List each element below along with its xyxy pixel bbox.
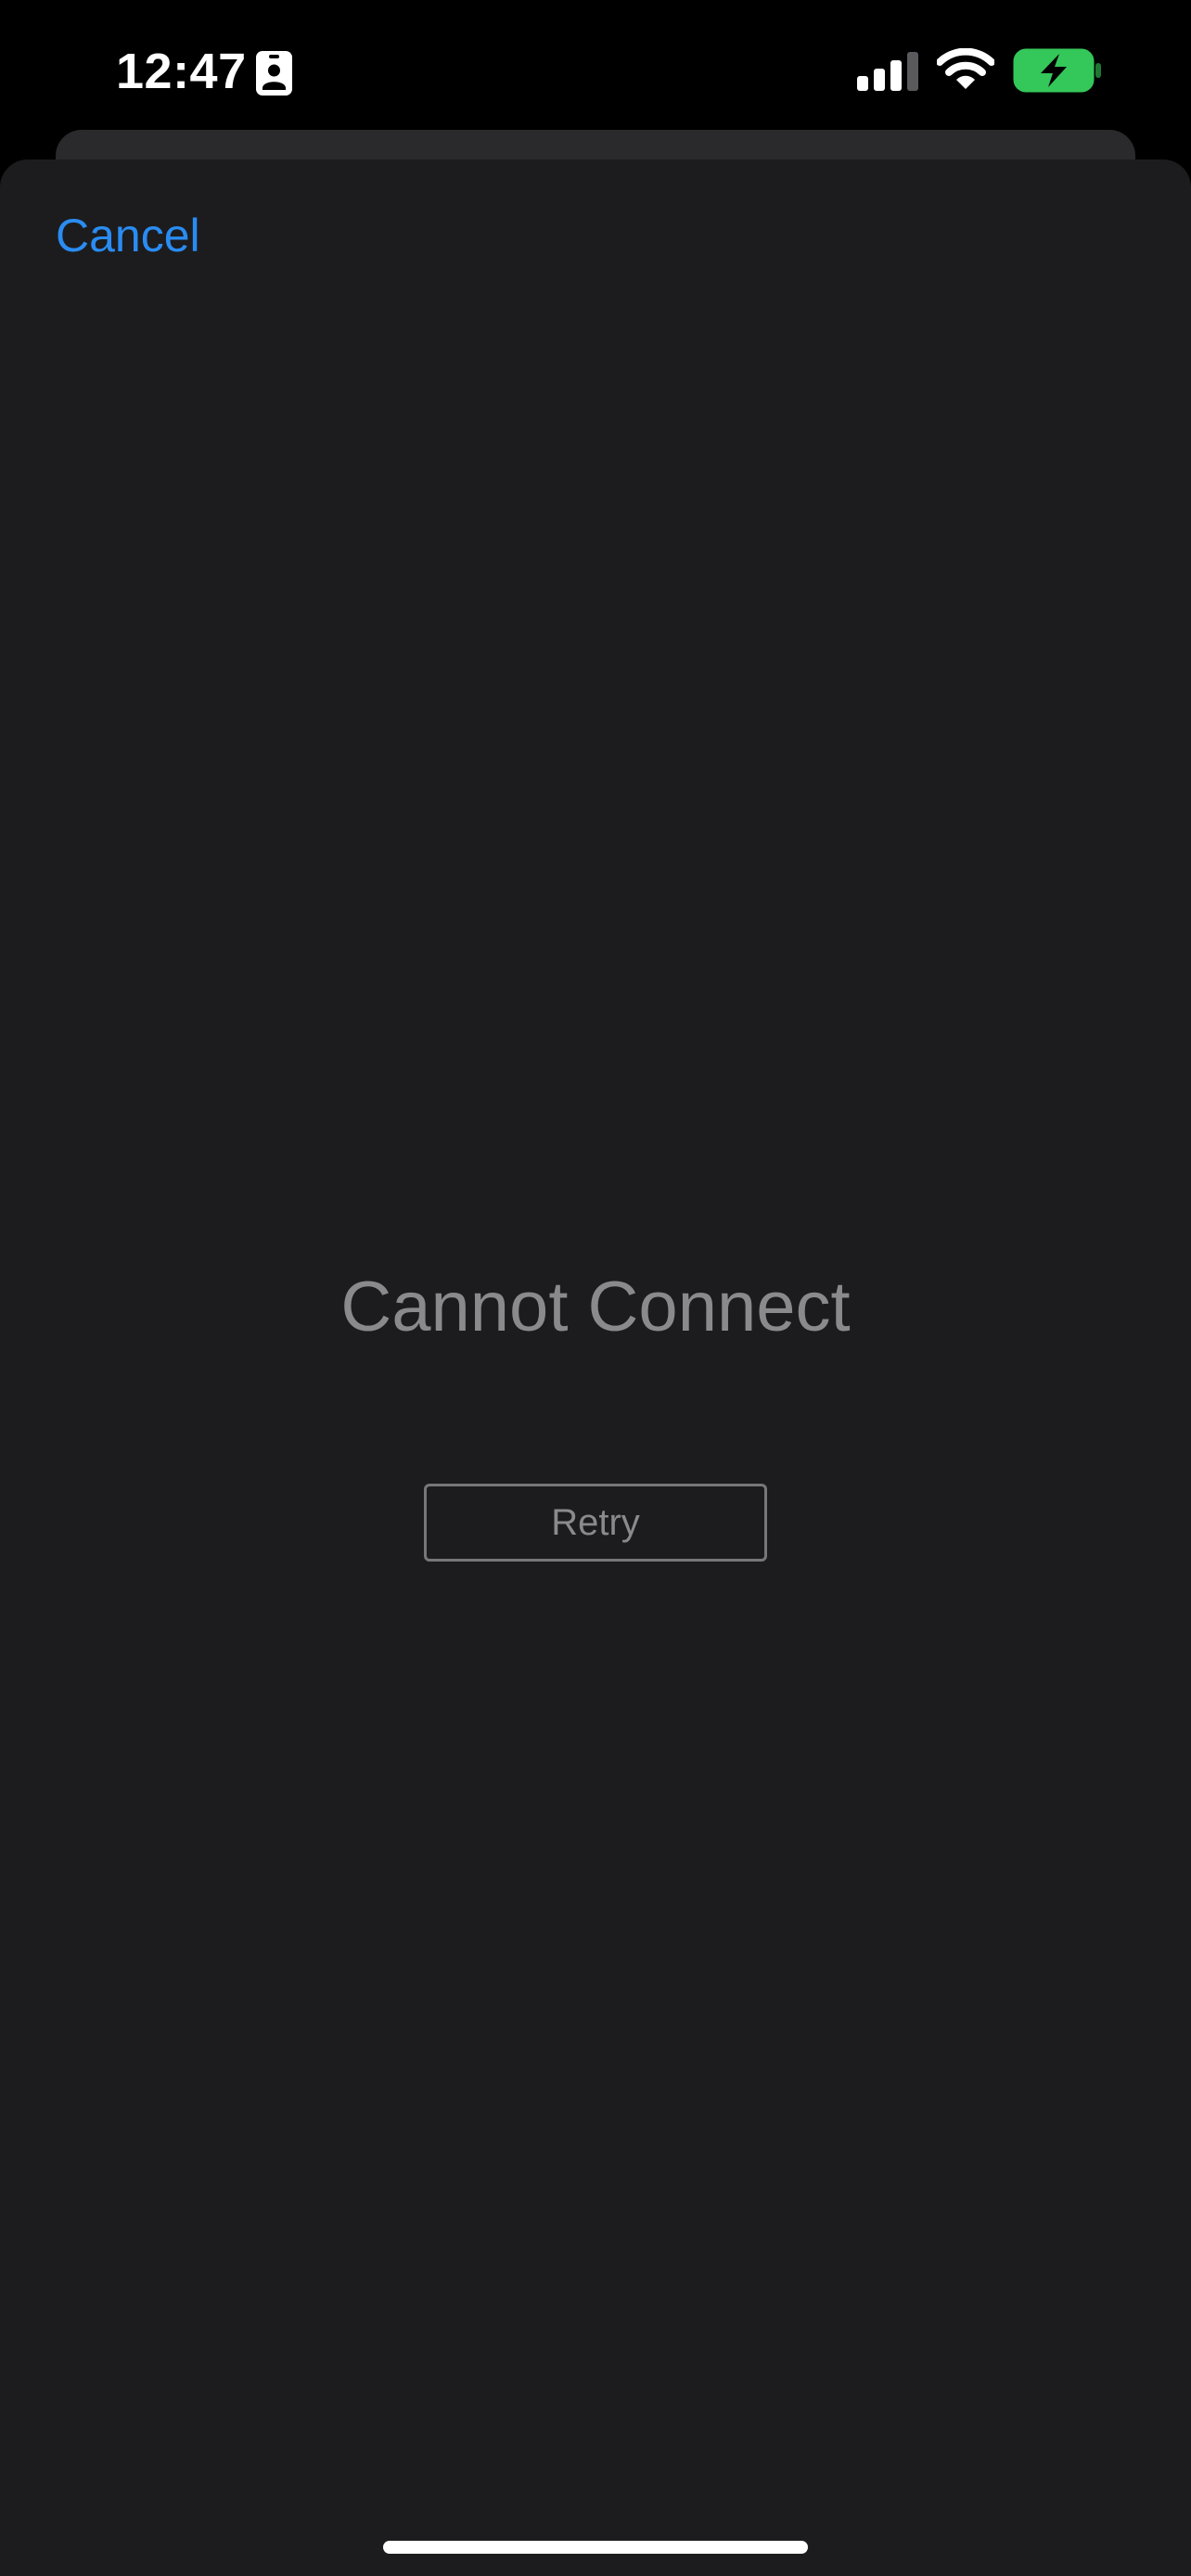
home-indicator[interactable] [383,2541,808,2554]
contact-card-icon [256,51,292,96]
cancel-button[interactable]: Cancel [56,206,200,265]
modal-sheet [0,159,1191,2576]
wifi-icon [937,48,994,89]
error-title: Cannot Connect [340,1268,851,1346]
retry-button[interactable]: Retry [424,1484,767,1562]
cellular-signal-icon [857,52,918,91]
status-bar: 12:47 [0,0,1191,130]
status-time: 12:47 [116,44,247,99]
battery-charging-icon [1013,48,1101,93]
